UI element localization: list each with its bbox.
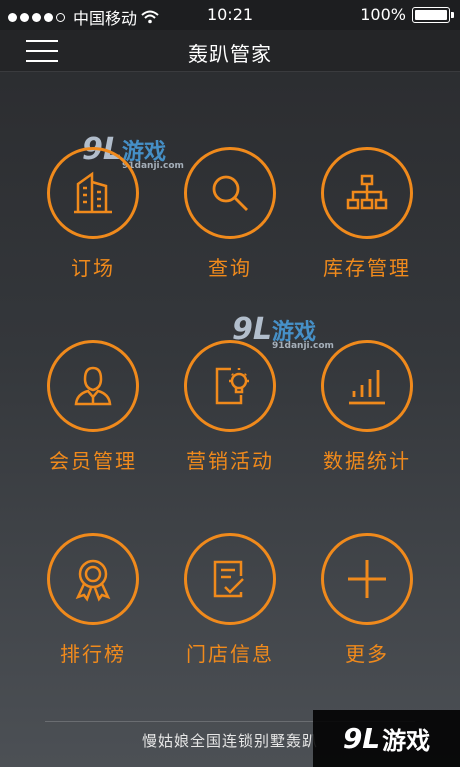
tile-marketing[interactable]: 营销活动	[160, 340, 300, 474]
tile-ring	[47, 340, 139, 432]
tile-label: 查询	[208, 256, 252, 280]
tile-label: 营销活动	[186, 449, 274, 473]
tile-ring	[321, 147, 413, 239]
idea-document-icon	[215, 367, 249, 405]
tile-ring	[184, 533, 276, 625]
corner-watermark-logo: 9L 游戏	[313, 710, 460, 767]
edit-document-icon	[213, 560, 244, 598]
tile-more[interactable]: 更多	[297, 533, 437, 667]
tile-ring	[47, 533, 139, 625]
user-icon	[74, 366, 112, 406]
tile-ring	[321, 533, 413, 625]
tile-ring	[184, 147, 276, 239]
tile-members[interactable]: 会员管理	[23, 340, 163, 474]
tile-label: 数据统计	[323, 449, 411, 473]
nav-bar: 轰趴管家	[0, 30, 460, 72]
tile-label: 库存管理	[323, 256, 411, 280]
tile-ring	[321, 340, 413, 432]
building-icon	[74, 171, 112, 214]
medal-icon	[75, 559, 111, 602]
tile-label: 会员管理	[49, 449, 137, 473]
tile-label: 排行榜	[60, 642, 126, 666]
tile-query[interactable]: 查询	[160, 147, 300, 281]
search-icon	[212, 175, 248, 211]
battery-group: 100%	[360, 5, 454, 24]
tile-booking[interactable]: 订场	[23, 147, 163, 281]
hierarchy-icon	[346, 174, 388, 210]
tile-inventory[interactable]: 库存管理	[297, 147, 437, 281]
tile-store-info[interactable]: 门店信息	[160, 533, 300, 667]
tile-ring	[184, 340, 276, 432]
tile-label: 门店信息	[186, 642, 274, 666]
bar-chart-icon	[349, 370, 385, 405]
battery-percent: 100%	[360, 5, 406, 24]
status-bar: 中国移动 10:21 100%	[0, 0, 460, 30]
tile-statistics[interactable]: 数据统计	[297, 340, 437, 474]
tile-label: 更多	[345, 642, 389, 666]
tile-label: 订场	[71, 256, 115, 280]
tile-ring	[47, 147, 139, 239]
tile-ranking[interactable]: 排行榜	[23, 533, 163, 667]
page-title: 轰趴管家	[188, 42, 272, 66]
plus-icon	[348, 560, 386, 598]
battery-icon	[412, 6, 454, 23]
